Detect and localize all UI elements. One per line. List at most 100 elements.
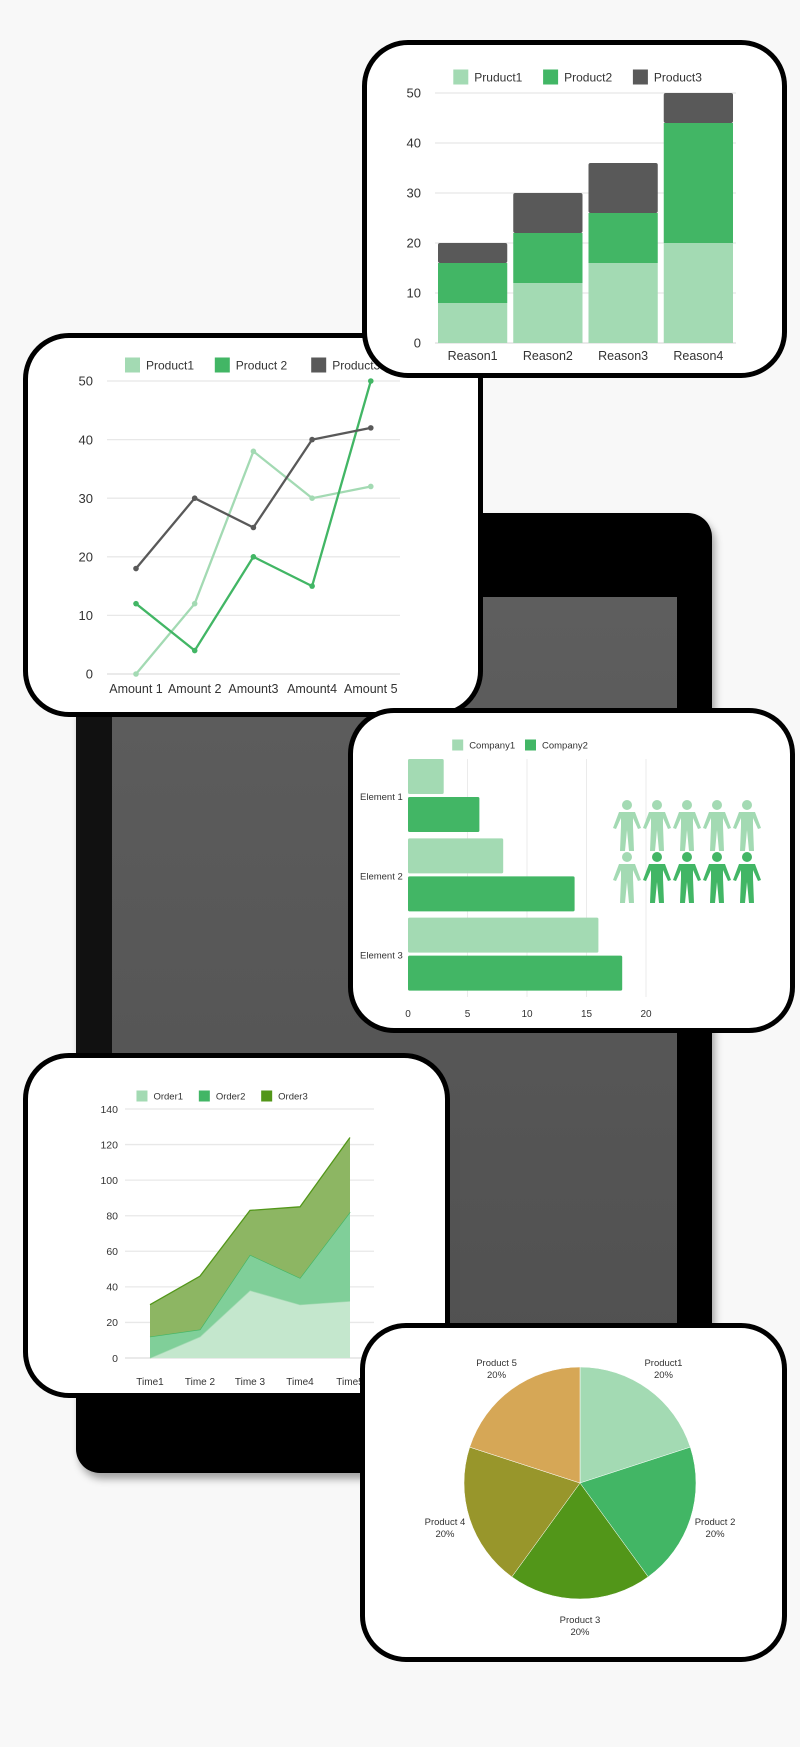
bar-segment (513, 233, 583, 283)
bar (408, 759, 444, 794)
data-point (309, 495, 315, 501)
x-tick-label: Amount 5 (344, 682, 398, 696)
legend-label: Product3 (654, 70, 702, 84)
legend-swatch (261, 1090, 273, 1102)
bar-segment (663, 243, 733, 343)
pie-chart-card: Product1 20% Product 2 20% Product 3 20% Produ… (360, 1323, 787, 1662)
legend-swatch (198, 1090, 210, 1102)
y-category-label: Element 2 (360, 871, 403, 882)
person-icon (613, 800, 641, 851)
data-point (368, 483, 374, 490)
y-category-label: Element 1 (360, 792, 403, 803)
y-tick-label: 120 (100, 1139, 118, 1151)
person-icon (733, 800, 761, 851)
horizontal-bar-chart-card: 0 5 10 15 20 Company1 Company2 Element 1 Element… (348, 708, 795, 1033)
slice-percent: 20% (487, 1370, 507, 1381)
bar-segment (588, 213, 658, 263)
person-icon (673, 800, 701, 851)
data-point (250, 524, 257, 531)
x-tick-label: Reason4 (673, 349, 723, 363)
x-tick-label: Time1 (136, 1377, 164, 1388)
line-chart-card: 0 10 20 30 40 50 Product1 Product 2 Product3 Amou… (23, 333, 483, 717)
y-tick-label: 20 (407, 236, 421, 251)
y-category-label: Element 3 (360, 951, 403, 962)
legend-swatch (136, 1090, 148, 1102)
legend-label: Product2 (564, 70, 612, 84)
y-tick-label: 50 (79, 374, 93, 389)
y-tick-label: 50 (407, 86, 421, 101)
data-point (368, 425, 374, 431)
bar (408, 917, 599, 953)
slice-label: Product1 (644, 1358, 682, 1369)
y-tick-label: 20 (106, 1317, 118, 1329)
slice-percent: 20% (435, 1529, 455, 1540)
bar-segment (513, 283, 583, 343)
person-icon (673, 852, 701, 903)
y-tick-label: 40 (79, 432, 93, 447)
bar-segment (438, 243, 508, 263)
legend-swatch (452, 739, 464, 751)
horizontal-bar-chart: 0 5 10 15 20 Company1 Company2 Element 1 Element… (360, 739, 761, 1020)
bar (408, 797, 480, 832)
person-icon (733, 852, 761, 903)
x-tick-label: 10 (521, 1009, 533, 1020)
legend-label: Company1 (469, 740, 515, 751)
legend-swatch (311, 357, 327, 373)
data-point (191, 495, 198, 501)
y-tick-label: 20 (79, 549, 93, 564)
slice-percent: 20% (570, 1627, 590, 1638)
y-tick-label: 140 (100, 1104, 118, 1116)
bar (408, 838, 504, 874)
slice-label: Product 4 (425, 1517, 466, 1528)
x-tick-label: Reason2 (523, 349, 573, 363)
y-tick-label: 100 (100, 1175, 118, 1187)
bar-segment (588, 263, 658, 343)
data-point (133, 671, 139, 677)
legend-label: Product1 (146, 358, 194, 372)
x-tick-label: Amount 2 (168, 682, 222, 696)
legend-label: Product 2 (236, 358, 288, 372)
legend-swatch (214, 357, 230, 373)
slice-percent: 20% (654, 1370, 674, 1381)
data-point (309, 436, 315, 443)
series-line (135, 380, 372, 653)
y-tick-label: 40 (407, 136, 421, 151)
bar-segment (438, 303, 508, 343)
x-tick-label: Reason1 (448, 349, 498, 363)
x-tick-label: Amount4 (287, 682, 337, 696)
y-tick-label: 10 (79, 608, 93, 623)
data-point (250, 554, 257, 560)
y-tick-label: 0 (414, 336, 421, 351)
y-tick-label: 40 (106, 1282, 118, 1294)
series-line (135, 449, 372, 675)
data-point (133, 600, 139, 607)
bar-segment (588, 163, 658, 213)
x-tick-label: 15 (581, 1009, 593, 1020)
bar-segment (663, 123, 733, 243)
x-tick-label: Amount3 (228, 682, 278, 696)
slice-label: Product 2 (695, 1517, 736, 1528)
legend-swatch (632, 69, 648, 85)
slice-label: Product 5 (476, 1358, 517, 1369)
x-tick-label: 20 (640, 1009, 652, 1020)
legend-label: Company2 (542, 740, 588, 751)
stacked-bar-chart-card: 0 10 20 30 40 50 Pruduct1 Product2 Product3 Reaso… (362, 40, 787, 378)
y-tick-label: 60 (106, 1246, 118, 1258)
data-point (191, 647, 198, 654)
data-point (309, 583, 315, 589)
person-icon (643, 852, 671, 903)
line-chart: 01020304050Product1 Product 2 Product3Amou… (79, 357, 400, 696)
y-tick-label: 0 (112, 1353, 118, 1365)
legend-label: Order2 (216, 1091, 246, 1102)
data-point (191, 600, 198, 607)
legend-swatch (543, 69, 559, 85)
x-tick-label: Time4 (286, 1377, 314, 1388)
bar-segment (438, 263, 508, 303)
person-icon (703, 852, 731, 903)
slice-label: Product 3 (560, 1615, 601, 1626)
y-tick-label: 30 (79, 491, 93, 506)
x-tick-label: Time 3 (235, 1377, 266, 1388)
pie-chart: Product120%Product 220%Product 320%Produ… (425, 1358, 736, 1638)
x-tick-label: 0 (405, 1009, 411, 1020)
legend-swatch (525, 739, 536, 751)
